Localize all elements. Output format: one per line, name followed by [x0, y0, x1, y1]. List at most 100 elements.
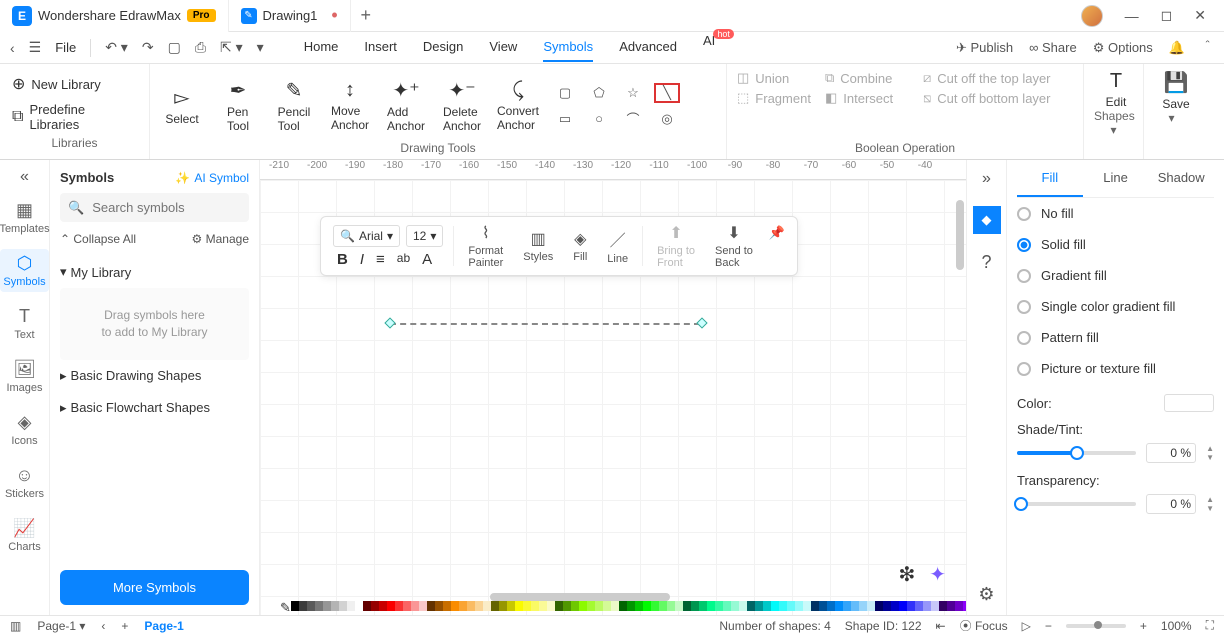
palette-swatch[interactable]	[915, 601, 923, 611]
palette-swatch[interactable]	[395, 601, 403, 611]
palette-swatch[interactable]	[363, 601, 371, 611]
text-case-button[interactable]: ab	[397, 251, 410, 268]
gradient-fill-option[interactable]: Gradient fill	[1017, 260, 1214, 291]
palette-swatch[interactable]	[411, 601, 419, 611]
shade-slider[interactable]	[1017, 451, 1136, 455]
fit-page-icon[interactable]: ⛶	[1206, 618, 1214, 633]
my-library-section[interactable]: ▾ My Library	[60, 256, 249, 288]
zoom-in-button[interactable]: +	[1140, 619, 1147, 633]
font-color-button[interactable]: A	[422, 251, 432, 268]
file-menu[interactable]: File	[55, 40, 76, 55]
font-select[interactable]: 🔍 Arial ▾	[333, 225, 400, 247]
delete-anchor-tool[interactable]: ✦⁻Delete Anchor	[440, 78, 484, 133]
palette-swatch[interactable]	[803, 601, 811, 611]
bring-to-front-button[interactable]: ⬆Bring to Front	[647, 223, 705, 269]
palette-swatch[interactable]	[419, 601, 427, 611]
zoom-out-button[interactable]: −	[1045, 619, 1052, 633]
palette-swatch[interactable]	[715, 601, 723, 611]
page-tab[interactable]: Page-1	[144, 619, 183, 633]
pattern-fill-option[interactable]: Pattern fill	[1017, 322, 1214, 353]
export-icon[interactable]: ⇱ ▾	[220, 39, 243, 56]
rail-images[interactable]: 🖼Images	[0, 355, 49, 398]
palette-swatch[interactable]	[627, 601, 635, 611]
italic-button[interactable]: I	[360, 251, 364, 268]
palette-swatch[interactable]	[571, 601, 579, 611]
menu-view[interactable]: View	[489, 33, 517, 62]
shade-value[interactable]: 0 %	[1146, 443, 1196, 463]
palette-swatch[interactable]	[795, 601, 803, 611]
palette-swatch[interactable]	[603, 601, 611, 611]
palette-swatch[interactable]	[427, 601, 435, 611]
palette-swatch[interactable]	[347, 601, 355, 611]
palette-swatch[interactable]	[875, 601, 883, 611]
notification-icon[interactable]: 🔔	[1169, 40, 1185, 56]
sparkle-button[interactable]: ❇	[898, 562, 915, 587]
page-select[interactable]: Page-1 ▾	[37, 619, 85, 633]
document-tab[interactable]: ✎ Drawing1 •	[229, 0, 351, 32]
app-tab[interactable]: E Wondershare EdrawMax Pro	[0, 0, 229, 32]
bold-button[interactable]: B	[337, 251, 348, 268]
font-size-select[interactable]: 12 ▾	[406, 225, 443, 247]
collapse-ribbon-button[interactable]: ＾	[1201, 38, 1214, 57]
palette-swatch[interactable]	[475, 601, 483, 611]
shade-down[interactable]: ▼	[1206, 453, 1214, 462]
format-painter-button[interactable]: ⌇Format Painter	[458, 223, 513, 269]
collapse-rail-button[interactable]: «	[20, 168, 29, 186]
transparency-value[interactable]: 0 %	[1146, 494, 1196, 514]
trans-down[interactable]: ▼	[1206, 504, 1214, 513]
symbols-drop-zone[interactable]: Drag symbols hereto add to My Library	[60, 288, 249, 360]
palette-swatch[interactable]	[747, 601, 755, 611]
palette-swatch[interactable]	[291, 601, 299, 611]
palette-swatch[interactable]	[867, 601, 875, 611]
new-library-button[interactable]: ⊕New Library	[10, 70, 139, 98]
rail-icons[interactable]: ◈Icons	[0, 408, 49, 451]
palette-swatch[interactable]	[523, 601, 531, 611]
ai-star-button[interactable]: ✦	[929, 562, 946, 587]
palette-swatch[interactable]	[763, 601, 771, 611]
minimize-button[interactable]: —	[1125, 8, 1139, 24]
fill-tool-icon[interactable]: ◆	[973, 206, 1001, 234]
edit-shapes-button[interactable]: TEdit	[1094, 70, 1138, 109]
palette-swatch[interactable]	[539, 601, 547, 611]
maximize-button[interactable]: ◻	[1161, 7, 1173, 24]
palette-swatch[interactable]	[459, 601, 467, 611]
menu-advanced[interactable]: Advanced	[619, 33, 677, 62]
menu-home[interactable]: Home	[304, 33, 339, 62]
palette-swatch[interactable]	[883, 601, 891, 611]
combine-button[interactable]: ⧉ Combine	[825, 70, 915, 86]
palette-swatch[interactable]	[675, 601, 683, 611]
basic-flowchart-section[interactable]: ▸ Basic Flowchart Shapes	[60, 392, 249, 424]
palette-swatch[interactable]	[739, 601, 747, 611]
rail-symbols[interactable]: ⬡Symbols	[0, 249, 49, 292]
union-button[interactable]: ◫ Union	[737, 70, 817, 86]
palette-swatch[interactable]	[955, 601, 963, 611]
palette-swatch[interactable]	[555, 601, 563, 611]
palette-swatch[interactable]	[387, 601, 395, 611]
palette-swatch[interactable]	[843, 601, 851, 611]
palette-swatch[interactable]	[611, 601, 619, 611]
symbols-search[interactable]: 🔍	[60, 193, 249, 222]
print-icon[interactable]: ⎙	[195, 39, 206, 56]
palette-swatch[interactable]	[563, 601, 571, 611]
zoom-value[interactable]: 100%	[1161, 619, 1192, 633]
palette-swatch[interactable]	[507, 601, 515, 611]
palette-swatch[interactable]	[547, 601, 555, 611]
selected-line-shape[interactable]	[390, 323, 700, 325]
palette-swatch[interactable]	[299, 601, 307, 611]
more-qat-icon[interactable]: ▾	[257, 39, 264, 56]
horizontal-scrollbar[interactable]	[490, 593, 670, 601]
palette-swatch[interactable]	[891, 601, 899, 611]
palette-swatch[interactable]	[723, 601, 731, 611]
menu-design[interactable]: Design	[423, 33, 463, 62]
rounded-rect-shape[interactable]: ▭	[552, 109, 578, 129]
palette-swatch[interactable]	[811, 601, 819, 611]
manage-button[interactable]: ⚙ Manage	[192, 232, 249, 246]
palette-swatch[interactable]	[355, 601, 363, 611]
palette-swatch[interactable]	[923, 601, 931, 611]
palette-swatch[interactable]	[859, 601, 867, 611]
palette-swatch[interactable]	[339, 601, 347, 611]
tab-line[interactable]: Line	[1083, 160, 1149, 197]
palette-swatch[interactable]	[403, 601, 411, 611]
palette-swatch[interactable]	[467, 601, 475, 611]
expand-right-button[interactable]: »	[982, 170, 991, 188]
